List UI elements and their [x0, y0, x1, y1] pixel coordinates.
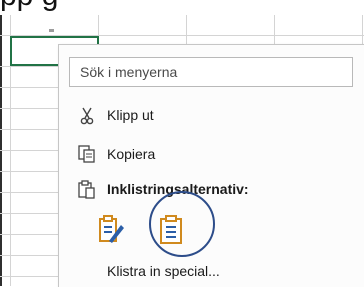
header-corner-mark: [49, 29, 54, 32]
menu-item-paste-options: Inklistringsalternativ:: [59, 175, 364, 203]
menu-search-placeholder: Sök i menyerna: [80, 64, 178, 80]
highlight-circle: [149, 191, 215, 257]
context-menu: Sök i menyerna Klipp ut Kopiera Inklistr…: [58, 44, 364, 287]
menu-item-cut[interactable]: Klipp ut: [59, 101, 364, 129]
menu-item-copy[interactable]: Kopiera: [59, 140, 364, 168]
paste-keep-formatting-icon[interactable]: [97, 213, 125, 245]
cropped-caption: pp g: [0, 0, 364, 16]
menu-item-cut-label: Klipp ut: [107, 107, 154, 123]
copy-icon: [77, 144, 97, 164]
menu-item-copy-label: Kopiera: [107, 146, 156, 162]
menu-item-paste-special[interactable]: Klistra in special...: [59, 257, 364, 285]
scissors-icon: [77, 105, 97, 125]
menu-item-paste-special-label: Klistra in special...: [107, 263, 220, 279]
menu-search-input[interactable]: Sök i menyerna: [69, 57, 353, 87]
paste-options-icon: [77, 179, 97, 199]
